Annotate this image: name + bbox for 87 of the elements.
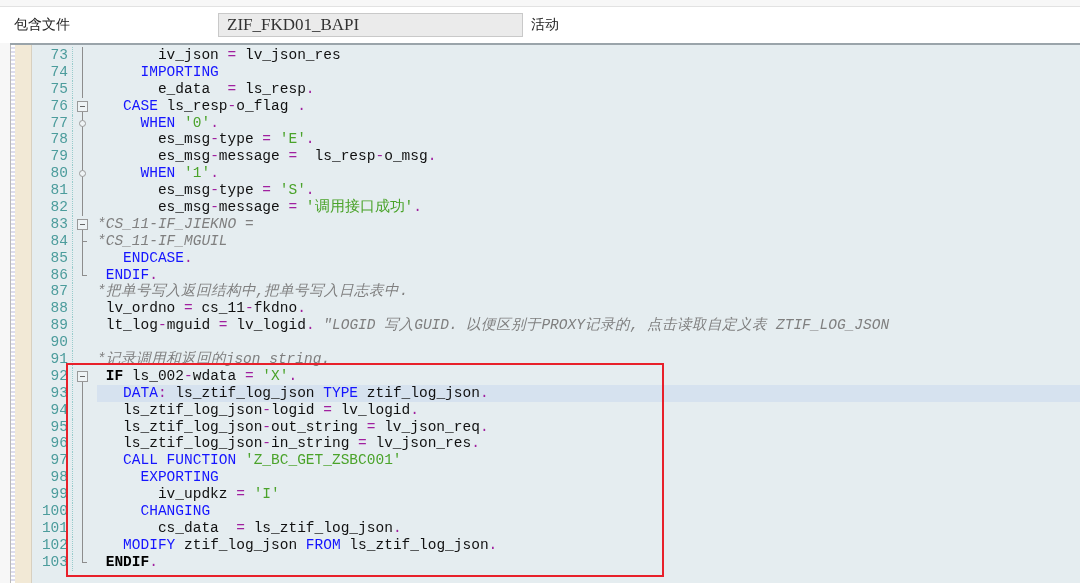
line-number: 84 (32, 232, 73, 250)
fold-toggle-icon[interactable] (77, 370, 88, 382)
code-line: EXPORTING (139, 469, 219, 486)
code-line: CALL FUNCTION 'Z_BC_GET_ZSBC001' (122, 452, 402, 469)
line-number: 89 (32, 317, 73, 335)
editor-line[interactable]: IMPORTING (97, 63, 1080, 81)
code-line: *把单号写入返回结构中,把单号写入日志表中. (97, 283, 409, 300)
editor-line[interactable]: es_msg-message = ls_resp-o_msg. (97, 148, 1080, 166)
code-line: ENDIF. (104, 266, 158, 283)
editor-line[interactable]: WHEN '0'. (97, 114, 1080, 132)
line-number: 97 (32, 452, 73, 470)
editor-line[interactable]: CASE ls_resp-o_flag . (97, 97, 1080, 115)
editor-line[interactable]: ENDIF. (97, 553, 1080, 571)
line-number: 77 (32, 114, 73, 132)
editor-line[interactable]: lv_ordno = cs_11-fkdno. (97, 300, 1080, 318)
code-line: IMPORTING (139, 63, 219, 80)
include-name-field[interactable]: ZIF_FKD01_BAPI (218, 13, 523, 37)
code-line: *CS_11-IF_JIEKNO = (97, 215, 254, 232)
code-line: ls_ztif_log_json-logid = lv_logid. (122, 401, 419, 418)
status-text: 活动 (531, 16, 559, 34)
code-line: iv_json = lv_json_res (156, 47, 341, 63)
code-line: lt_log-mguid = lv_logid. "LOGID 写入GUID. 以便区别于PROXY记录的, 点击读取自定义表 ZTIF_LOG_JSON (104, 317, 890, 334)
editor-line[interactable]: ls_ztif_log_json-in_string = lv_json_res. (97, 435, 1080, 453)
editor-line[interactable]: ls_ztif_log_json-out_string = lv_json_req. (97, 418, 1080, 436)
code-line: es_msg-type = 'S'. (156, 182, 315, 199)
line-number: 102 (32, 536, 73, 554)
code-line: CHANGING (139, 503, 211, 520)
code-editor[interactable] (10, 43, 1080, 583)
code-line: es_msg-message = ls_resp-o_msg. (156, 148, 437, 165)
editor-line[interactable]: CHANGING (97, 503, 1080, 520)
editor-line[interactable]: lt_log-mguid = lv_logid. "LOGID 写入GUID. 以便区别于PROXY记录的, 点击读取自定义表 ZTIF_LOG_JSON (97, 317, 1080, 335)
editor-line[interactable]: es_msg-message = '调用接口成功'. (97, 199, 1080, 216)
code-line: ls_ztif_log_json-in_string = lv_json_res. (122, 435, 480, 452)
code-line: ls_ztif_log_json-out_string = lv_json_req. (122, 418, 489, 435)
code-line: *CS_11-IF_MGUIL (97, 232, 228, 249)
fold-toggle-icon[interactable] (77, 218, 88, 230)
editor-line[interactable]: es_msg-type = 'E'. (97, 131, 1080, 149)
line-number: 91 (32, 351, 73, 368)
editor-line[interactable]: es_msg-type = 'S'. (97, 182, 1080, 199)
code-line: iv_updkz = 'I' (156, 486, 280, 503)
editor-line[interactable]: WHEN '1'. (97, 165, 1080, 183)
line-number: 74 (32, 63, 73, 81)
line-number: 85 (32, 249, 73, 267)
fold-dot-icon (79, 170, 86, 178)
code-line: ENDCASE. (122, 249, 193, 266)
code-line: ENDIF. (104, 553, 158, 570)
code-line: lv_ordno = cs_11-fkdno. (104, 300, 306, 317)
editor-line[interactable]: ENDIF. (97, 266, 1080, 284)
code-line: e_data = ls_resp. (156, 80, 315, 97)
line-number: 82 (32, 199, 73, 216)
line-number: 80 (32, 165, 73, 183)
line-number: 90 (32, 334, 73, 352)
editor-line[interactable]: iv_updkz = 'I' (97, 486, 1080, 504)
line-number: 88 (32, 300, 73, 318)
editor-line[interactable]: *把单号写入返回结构中,把单号写入日志表中. (97, 283, 1080, 301)
line-number: 87 (32, 283, 73, 301)
code-line: WHEN '0'. (139, 114, 219, 131)
code-line: cs_data = ls_ztif_log_json. (156, 519, 402, 536)
line-number: 79 (32, 148, 73, 166)
line-number: 73 (32, 47, 73, 64)
code-line: es_msg-message = '调用接口成功'. (156, 199, 422, 215)
editor-line[interactable]: ls_ztif_log_json-logid = lv_logid. (97, 401, 1080, 419)
line-number: 86 (32, 266, 73, 284)
code-line: CASE ls_resp-o_flag . (122, 97, 306, 114)
editor-line[interactable]: CALL FUNCTION 'Z_BC_GET_ZSBC001' (97, 452, 1080, 470)
editor-line[interactable]: iv_json = lv_json_res (97, 47, 1080, 64)
fold-dot-icon (79, 119, 86, 127)
editor-line[interactable]: EXPORTING (97, 469, 1080, 487)
editor-line[interactable]: ENDCASE. (97, 249, 1080, 267)
editor-line[interactable]: cs_data = ls_ztif_log_json. (97, 519, 1080, 537)
line-number: 83 (32, 215, 73, 233)
editor-line[interactable]: IF ls_002-wdata = 'X'. (97, 367, 1080, 385)
line-number: 75 (32, 80, 73, 98)
code-line: IF ls_002-wdata = 'X'. (104, 367, 298, 384)
line-number: 81 (32, 182, 73, 199)
line-number: 76 (32, 97, 73, 115)
code-line: MODIFY ztif_log_json FROM ls_ztif_log_json. (122, 536, 498, 553)
code-line: es_msg-type = 'E'. (156, 131, 315, 148)
line-number: 94 (32, 401, 73, 419)
code-line: DATA: ls_ztif_log_json TYPE ztif_log_json. (122, 384, 489, 401)
line-number: 78 (32, 131, 73, 149)
code-line: WHEN '1'. (139, 165, 219, 182)
field-label: 包含文件 (14, 16, 71, 34)
editor-line[interactable]: MODIFY ztif_log_json FROM ls_ztif_log_json. (97, 536, 1080, 554)
line-number: 101 (32, 519, 73, 537)
fold-toggle-icon[interactable] (77, 100, 88, 112)
editor-line[interactable]: e_data = ls_resp. (97, 80, 1080, 98)
